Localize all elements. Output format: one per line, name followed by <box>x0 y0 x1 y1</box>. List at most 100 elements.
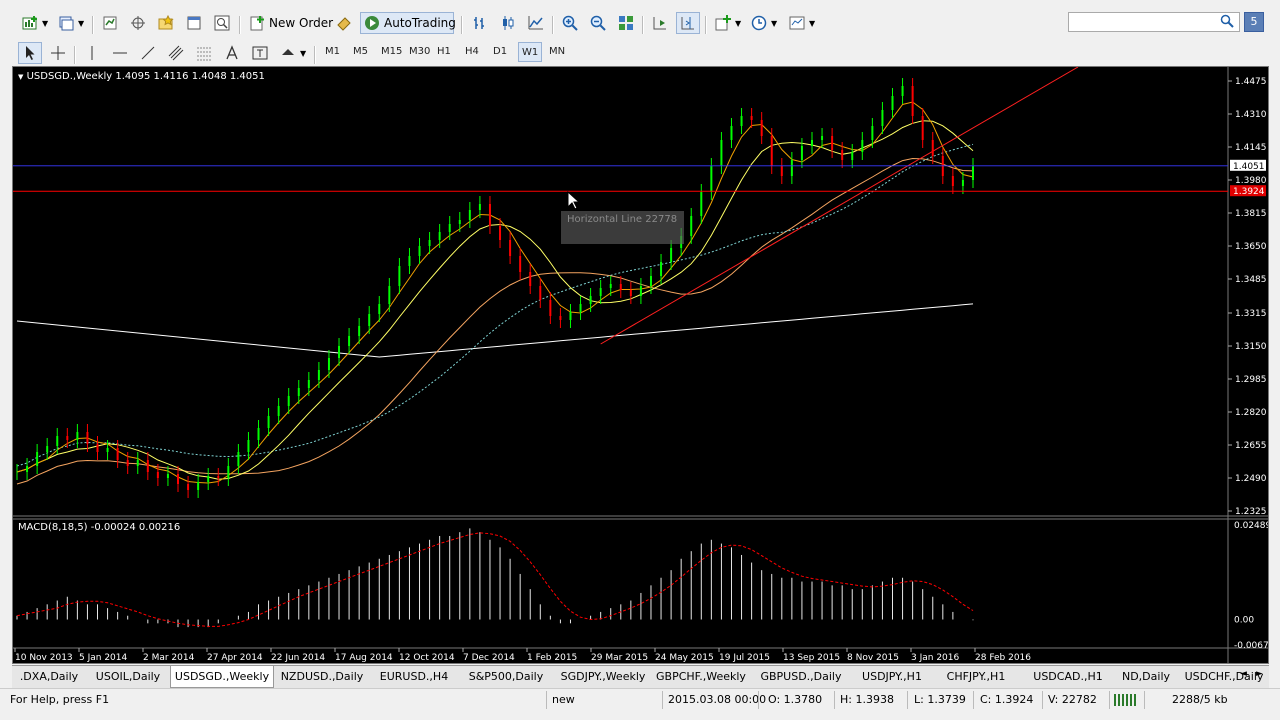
drawing-toolbar: ▼ M1 M5 M15 M30 H1 H4 D1 W1 MN <box>0 38 1280 66</box>
candlestick-button[interactable] <box>496 12 520 34</box>
search-icon[interactable] <box>1220 14 1234 31</box>
date-tick-label: 5 Jan 2014 <box>79 653 127 663</box>
chart-header: ▼ USDSGD.,Weekly 1.4095 1.4116 1.4048 1.… <box>18 71 265 82</box>
chart-header-text: USDSGD.,Weekly 1.4095 1.4116 1.4048 1.40… <box>26 71 265 82</box>
timeframe-w1[interactable]: W1 <box>518 42 543 62</box>
cursor-tool-button[interactable] <box>18 42 42 64</box>
metaeditor-button[interactable] <box>332 12 356 34</box>
status-profile: new <box>552 693 575 706</box>
bar-chart-button[interactable] <box>468 12 492 34</box>
chart-tab[interactable]: GBPUSD.,Daily <box>752 668 850 686</box>
date-tick-label: 7 Dec 2014 <box>463 653 515 663</box>
hline-price-label: 1.3924 <box>1233 187 1265 197</box>
text-tool-button[interactable] <box>220 42 244 64</box>
timeframe-h4[interactable]: H4 <box>462 42 482 62</box>
chart-tab[interactable]: S&P500,Daily <box>458 668 554 686</box>
market-watch-button[interactable] <box>98 12 122 34</box>
price-chart[interactable]: 1.4475 1.4310 1.4145 1.3980 1.3815 1.3650 1.34… <box>13 67 1268 663</box>
community-icon[interactable]: 5 <box>1244 12 1264 32</box>
tab-scroll-right-icon[interactable]: ► <box>1256 669 1263 679</box>
templates-button[interactable]: ▼ <box>785 12 819 34</box>
autotrading-button[interactable]: AutoTrading <box>360 12 456 34</box>
price-tick-label: 1.3980 <box>1235 176 1267 186</box>
line-chart-button[interactable] <box>524 12 548 34</box>
status-bar: For Help, press F1 new 2015.03.08 00:00 … <box>0 688 1280 711</box>
chart-tab[interactable]: USDSGD.,Weekly <box>170 666 274 688</box>
chart-tab[interactable]: SGDJPY.,Weekly <box>556 668 650 686</box>
timeframe-mn[interactable]: MN <box>546 42 568 62</box>
equidistant-channel-tool-button[interactable] <box>164 42 188 64</box>
fibonacci-tool-button[interactable] <box>192 42 216 64</box>
search-input[interactable] <box>1068 12 1240 32</box>
timeframe-h1[interactable]: H1 <box>434 42 454 62</box>
crosshair-tool-button[interactable] <box>46 42 70 64</box>
mouse-cursor-icon <box>567 190 581 214</box>
timeframe-m30[interactable]: M30 <box>406 42 433 62</box>
chart-tab[interactable]: ND,Daily <box>1118 668 1174 686</box>
zoom-in-icon <box>562 15 578 31</box>
indicators-button[interactable]: ▼ <box>711 12 745 34</box>
chart-tab[interactable]: USOIL,Daily <box>88 668 168 686</box>
chart-tab[interactable]: NZDUSD.,Daily <box>274 668 370 686</box>
strategy-tester-button[interactable] <box>210 12 234 34</box>
navigator-star-icon <box>158 14 174 31</box>
chart-window[interactable]: 1.4475 1.4310 1.4145 1.3980 1.3815 1.3650 1.34… <box>12 66 1269 664</box>
navigator-button[interactable] <box>154 12 178 34</box>
price-tick-label: 1.2985 <box>1235 375 1267 385</box>
chart-tab[interactable]: .DXA,Daily <box>12 668 86 686</box>
timeframe-m1[interactable]: M1 <box>322 42 343 62</box>
clock-icon <box>751 15 767 31</box>
tile-windows-button[interactable] <box>614 12 638 34</box>
chart-tab[interactable]: CHFJPY.,H1 <box>934 668 1018 686</box>
price-tick-label: 1.3485 <box>1235 275 1267 285</box>
dropdown-arrow-icon: ▼ <box>771 18 778 28</box>
terminal-button[interactable] <box>182 12 206 34</box>
horizontal-line-tool-button[interactable] <box>108 42 132 64</box>
new-order-button[interactable]: New Order <box>245 12 337 34</box>
date-tick-label: 22 Jun 2014 <box>271 653 325 663</box>
chart-tab[interactable]: USDJPY.,H1 <box>852 668 932 686</box>
vertical-line-tool-button[interactable] <box>80 42 104 64</box>
chart-tab[interactable]: GBPCHF.,Weekly <box>652 668 750 686</box>
chart-tab[interactable]: USDCAD.,H1 <box>1020 668 1116 686</box>
text-label-tool-button[interactable] <box>248 42 272 64</box>
data-window-button[interactable] <box>126 12 150 34</box>
tab-scroll-left-icon[interactable]: ◄ <box>1240 669 1247 679</box>
collapse-arrow-icon[interactable]: ▼ <box>18 73 23 81</box>
dropdown-arrow-icon: ▼ <box>300 48 307 58</box>
profiles-button[interactable]: ▼ <box>54 12 88 34</box>
timeframe-m15[interactable]: M15 <box>378 42 405 62</box>
ma-orange-line <box>16 157 974 485</box>
profiles-icon <box>58 15 74 31</box>
bar-chart-icon <box>472 15 488 31</box>
chart-shift-button[interactable] <box>676 12 700 34</box>
status-traffic: 2288/5 kb <box>1172 693 1228 706</box>
line-chart-icon <box>528 15 544 31</box>
chart-tab[interactable]: EURUSD.,H4 <box>372 668 456 686</box>
new-order-label: New Order <box>269 16 334 30</box>
date-tick-label: 27 Apr 2014 <box>207 653 263 663</box>
price-tick-label: 1.2490 <box>1235 474 1267 484</box>
price-tick-label: 1.4310 <box>1235 110 1267 120</box>
trendline-tool-button[interactable] <box>136 42 160 64</box>
vertical-line-icon <box>84 45 100 61</box>
ma-white-line <box>16 303 974 358</box>
zoom-out-button[interactable] <box>586 12 610 34</box>
autoscroll-icon <box>652 15 668 31</box>
terminal-icon <box>186 15 202 31</box>
autoscroll-button[interactable] <box>648 12 672 34</box>
date-tick-label: 17 Aug 2014 <box>335 653 393 663</box>
date-tick-label: 28 Feb 2016 <box>975 653 1031 663</box>
macd-label: MACD(8,18,5) -0.00024 0.00216 <box>18 522 181 533</box>
price-tick-label: 1.3315 <box>1235 309 1267 319</box>
periods-button[interactable]: ▼ <box>747 12 781 34</box>
candlestick-icon <box>500 15 516 31</box>
date-tick-label: 2 Mar 2014 <box>143 653 195 663</box>
arrow-cursor-icon <box>22 45 38 61</box>
timeframe-d1[interactable]: D1 <box>490 42 510 62</box>
arrows-tool-button[interactable]: ▼ <box>276 42 310 64</box>
zoom-in-button[interactable] <box>558 12 582 34</box>
new-chart-button[interactable]: ▼ <box>18 12 52 34</box>
price-tick-label: 1.2820 <box>1235 408 1267 418</box>
timeframe-m5[interactable]: M5 <box>350 42 371 62</box>
